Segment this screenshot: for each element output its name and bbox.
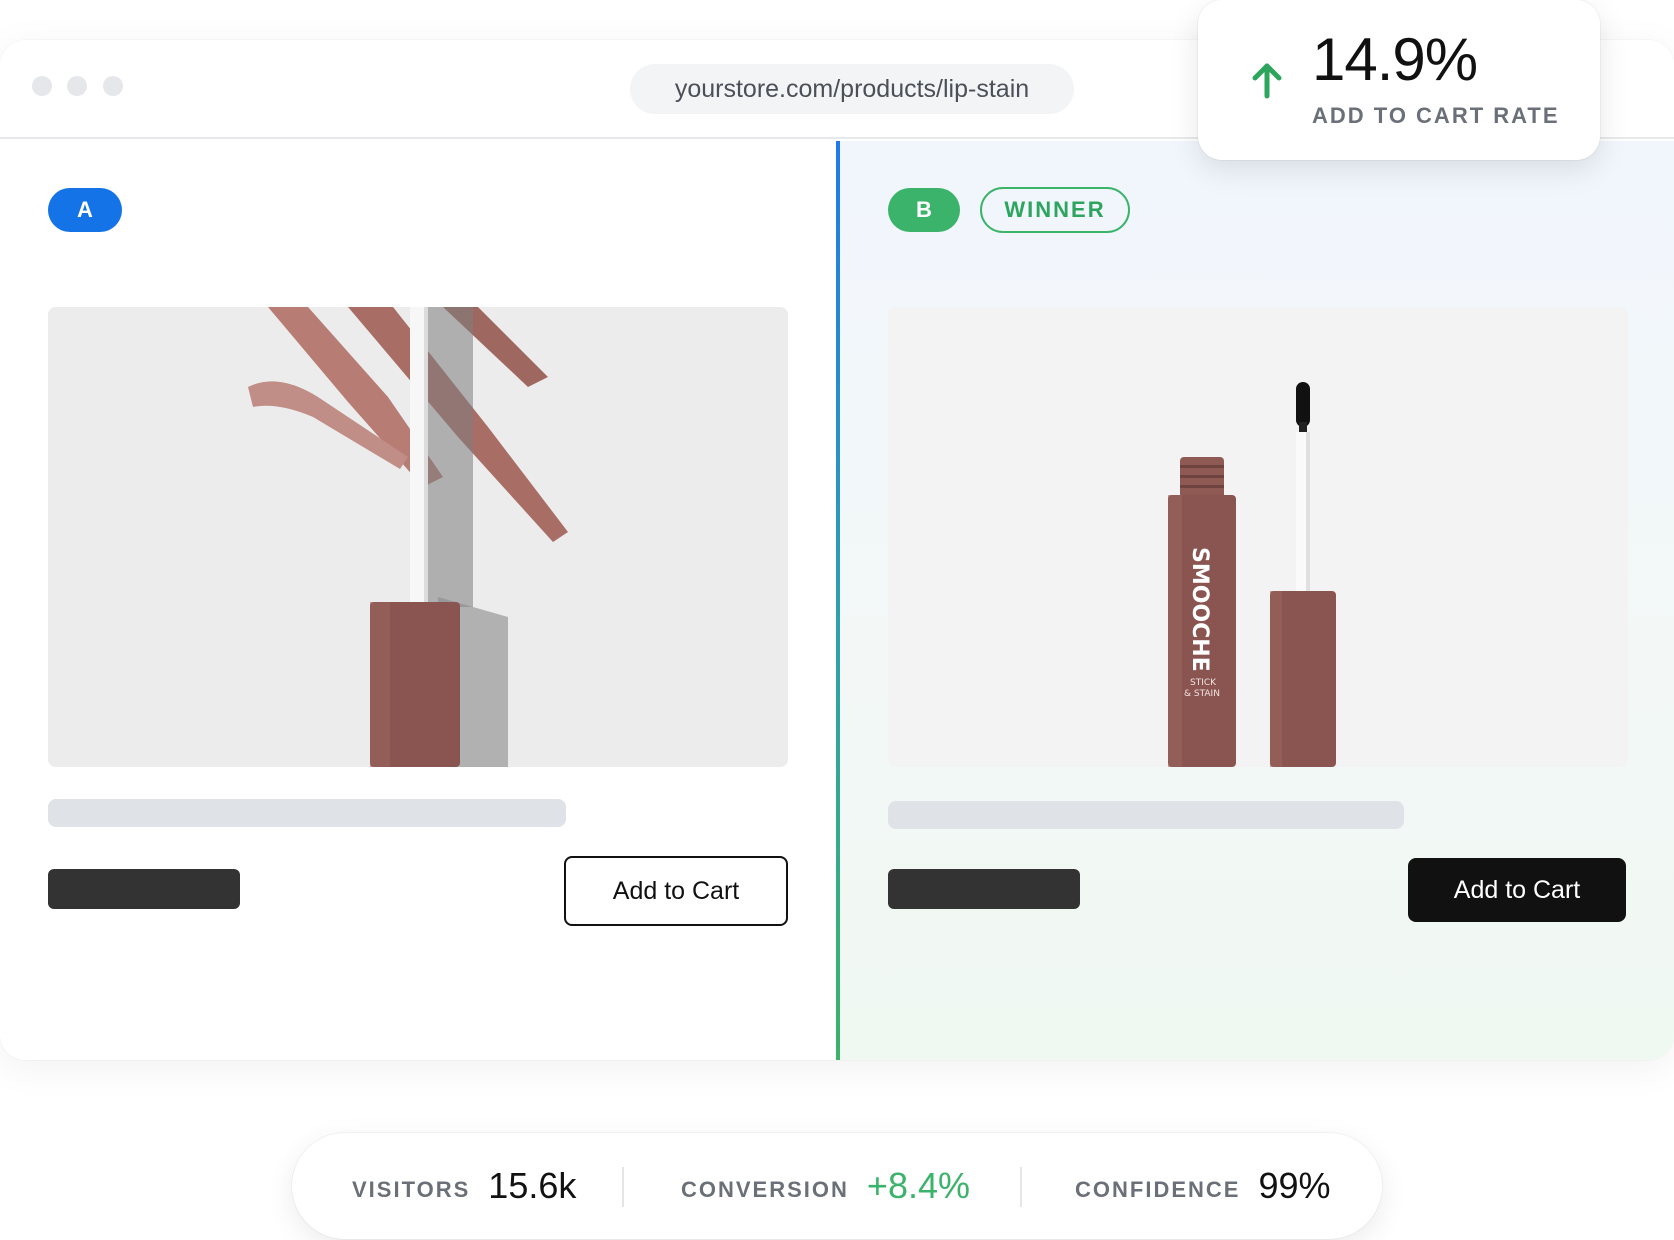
- metric-separator: [1020, 1167, 1022, 1207]
- metric-label: CONFIDENCE: [1075, 1177, 1241, 1202]
- smooche-logo-text: SMOOCHE: [1187, 547, 1212, 672]
- add-to-cart-rate-card: 14.9% ADD TO CART RATE: [1198, 0, 1600, 160]
- address-bar[interactable]: yourstore.com/products/lip-stain: [630, 64, 1074, 114]
- metric-value: 99%: [1258, 1165, 1331, 1206]
- svg-text:& STAIN: & STAIN: [1184, 689, 1220, 699]
- metric-separator: [622, 1167, 624, 1207]
- window-dot-minimize[interactable]: [67, 76, 87, 96]
- variant-a-panel: A Add to Cart: [0, 141, 837, 1060]
- metric-confidence: CONFIDENCE 99%: [1075, 1133, 1331, 1239]
- metric-label: VISITORS: [352, 1177, 471, 1202]
- add-to-cart-rate-value: 14.9%: [1312, 26, 1478, 93]
- metric-label: CONVERSION: [681, 1177, 849, 1202]
- metric-conversion: CONVERSION +8.4%: [681, 1133, 970, 1239]
- variant-b-panel: B WINNER SMOOCHE STICK & STAIN Add to Ca…: [840, 141, 1674, 1060]
- add-to-cart-button-a[interactable]: Add to Cart: [564, 856, 788, 926]
- winner-badge: WINNER: [980, 187, 1130, 233]
- variant-a-badge: A: [48, 188, 122, 232]
- add-to-cart-rate-label: ADD TO CART RATE: [1312, 103, 1560, 128]
- variant-b-product-image: SMOOCHE STICK & STAIN: [888, 307, 1628, 767]
- product-title-placeholder: [888, 801, 1404, 829]
- arrow-up-icon: [1252, 63, 1282, 99]
- browser-window: yourstore.com/products/lip-stain A Add t…: [0, 40, 1674, 1060]
- metric-value: +8.4%: [866, 1165, 970, 1206]
- metric-value: 15.6k: [488, 1165, 577, 1206]
- add-to-cart-button-b[interactable]: Add to Cart: [1408, 858, 1626, 922]
- product-price-placeholder: [888, 869, 1080, 909]
- product-price-placeholder: [48, 869, 240, 909]
- svg-text:STICK: STICK: [1190, 678, 1217, 688]
- metrics-bar: VISITORS 15.6k CONVERSION +8.4% CONFIDEN…: [292, 1133, 1382, 1239]
- metric-visitors: VISITORS 15.6k: [352, 1133, 576, 1239]
- variant-b-badge: B: [888, 188, 960, 232]
- product-title-placeholder: [48, 799, 566, 827]
- window-dot-maximize[interactable]: [103, 76, 123, 96]
- ab-test-illustration: yourstore.com/products/lip-stain A Add t…: [0, 0, 1674, 1240]
- window-dot-close[interactable]: [32, 76, 52, 96]
- variant-a-product-image: [48, 307, 788, 767]
